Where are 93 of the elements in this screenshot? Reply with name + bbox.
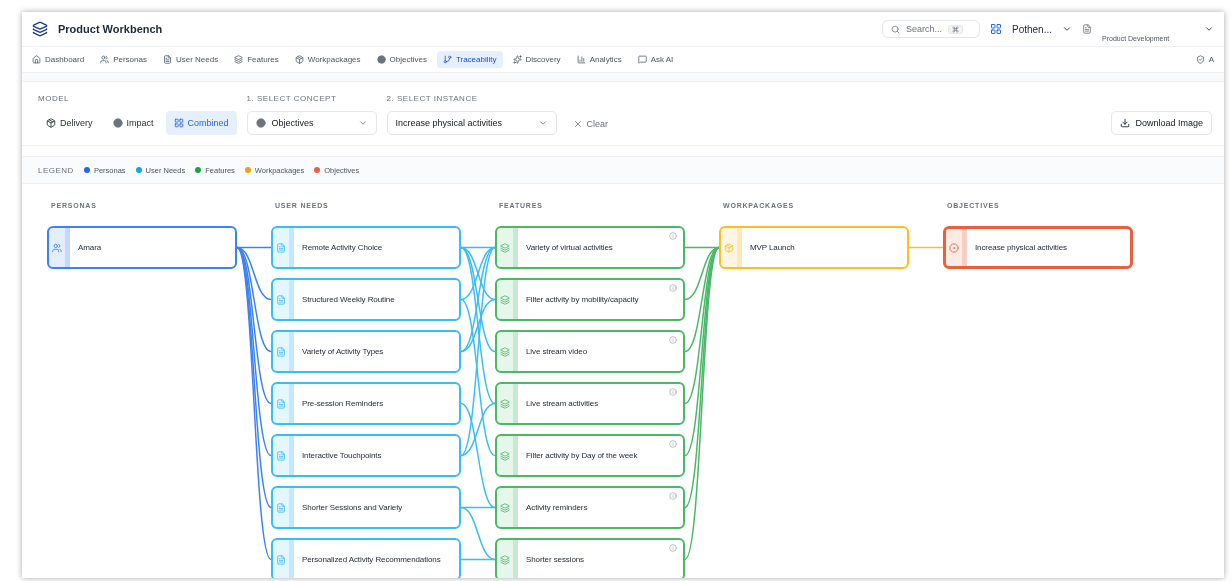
document-icon [276,450,286,461]
nav-tab[interactable]: Objectives [370,51,433,68]
home-icon [32,55,41,64]
layers-icon [500,502,510,513]
circle-icon [255,118,266,128]
diagram-node[interactable]: Activity reminders [495,486,685,529]
command-icon [952,25,959,33]
model-toggle[interactable]: Impact [104,111,162,135]
diagram-node[interactable]: Pre-session Reminders [271,382,461,425]
app-title: Product Workbench [58,23,163,35]
document-icon [276,242,286,253]
sparkles-icon [512,55,522,64]
chevron-icon[interactable] [1204,24,1214,34]
layers-icon [500,450,510,461]
concept-label: 1. SELECT CONCEPT [246,94,338,103]
users-icon [52,242,62,253]
nav-tab[interactable]: A [1189,51,1220,68]
grid-icon [173,118,184,128]
nav-tab[interactable]: Workpackages [288,51,367,68]
box-icon [294,55,304,64]
nav-tab[interactable]: User Needs [156,51,225,68]
download-icon [1120,118,1131,128]
legend-label: LEGEND [38,165,74,175]
clear-button[interactable]: Clear [566,113,615,135]
nav-tab[interactable]: Ask AI [631,51,680,68]
diagram-node[interactable]: Shorter sessions [495,538,685,578]
document-icon [162,55,172,64]
chat-icon [637,55,647,64]
nav-tab[interactable]: Personas [94,51,153,68]
instance-select[interactable]: Increase physical activities [386,111,557,135]
branch-icon [442,55,452,64]
workspace-name[interactable]: Pothen... [1011,23,1052,35]
diagram-node[interactable]: Variety of virtual activities [495,226,685,269]
diagram-node[interactable]: Live stream activities [495,382,685,425]
box-icon [46,118,56,128]
info-icon[interactable] [669,336,677,344]
info-icon[interactable] [669,544,677,552]
target-icon [949,242,959,253]
search-icon [890,24,900,34]
download-image-button[interactable]: Download Image [1111,111,1212,135]
close-icon [572,119,583,129]
bar-chart-icon [576,55,586,64]
diagram-node[interactable]: Amara [47,226,237,269]
diagram-node[interactable]: Interactive Touchpoints [271,434,461,477]
box-icon [724,242,734,253]
info-icon[interactable] [669,440,677,448]
diagram-node[interactable]: Variety of Activity Types [271,330,461,373]
diagram-node[interactable]: Remote Activity Choice [271,226,461,269]
layers-icon [500,398,510,409]
nav-tab[interactable]: Traceability [436,51,503,68]
project-icon [1082,24,1092,34]
circle-icon [376,55,386,64]
diagram-node[interactable]: Live stream video [495,330,685,373]
nav-tab[interactable]: Features [228,51,285,68]
nav-tab[interactable]: Analytics [570,51,628,68]
nav-tab[interactable]: Dashboard [26,51,91,68]
diagram-node[interactable]: Personalized Activity Recommendations [271,538,461,578]
diagram-node[interactable]: Filter activity by Day of the week [495,434,685,477]
diagram-node[interactable]: Filter activity by mobility/capacity [495,278,685,321]
nav-tab[interactable]: Discovery [506,51,567,68]
instance-label: 2. SELECT INSTANCE [386,94,479,103]
layers-icon [500,554,510,565]
workspace-icon [989,23,1002,35]
info-icon[interactable] [669,492,677,500]
users-icon [100,55,110,64]
document-icon [276,398,286,409]
chevron-icon [357,118,368,128]
info-icon[interactable] [669,284,677,292]
layers-icon [500,242,510,253]
chevron-icon[interactable] [1062,24,1072,34]
info-icon[interactable] [669,388,677,396]
model-toggle[interactable]: Combined [165,111,237,135]
concept-select[interactable]: Objectives [246,111,377,135]
layers-icon [234,55,244,64]
model-label: MODEL [38,94,70,103]
document-icon [276,346,286,357]
diagram-node[interactable]: MVP Launch [719,226,909,269]
chevron-icon [537,118,548,128]
model-toggle[interactable]: Delivery [38,111,101,135]
layers-icon [500,346,510,357]
diagram-node[interactable]: Structured Weekly Routine [271,278,461,321]
shield-icon [1195,55,1205,64]
diagram-node[interactable]: Shorter Sessions and Variety [271,486,461,529]
circle-icon [112,118,123,128]
app-logo-icon [32,21,48,37]
info-icon[interactable] [669,232,677,240]
search-field[interactable]: Search... [881,20,980,38]
diagram-node[interactable]: Increase physical activities [943,226,1133,269]
document-icon [276,554,286,565]
connector-lines-drawing [908,246,944,249]
layers-icon [500,294,510,305]
document-icon [276,294,286,305]
document-icon [276,502,286,513]
